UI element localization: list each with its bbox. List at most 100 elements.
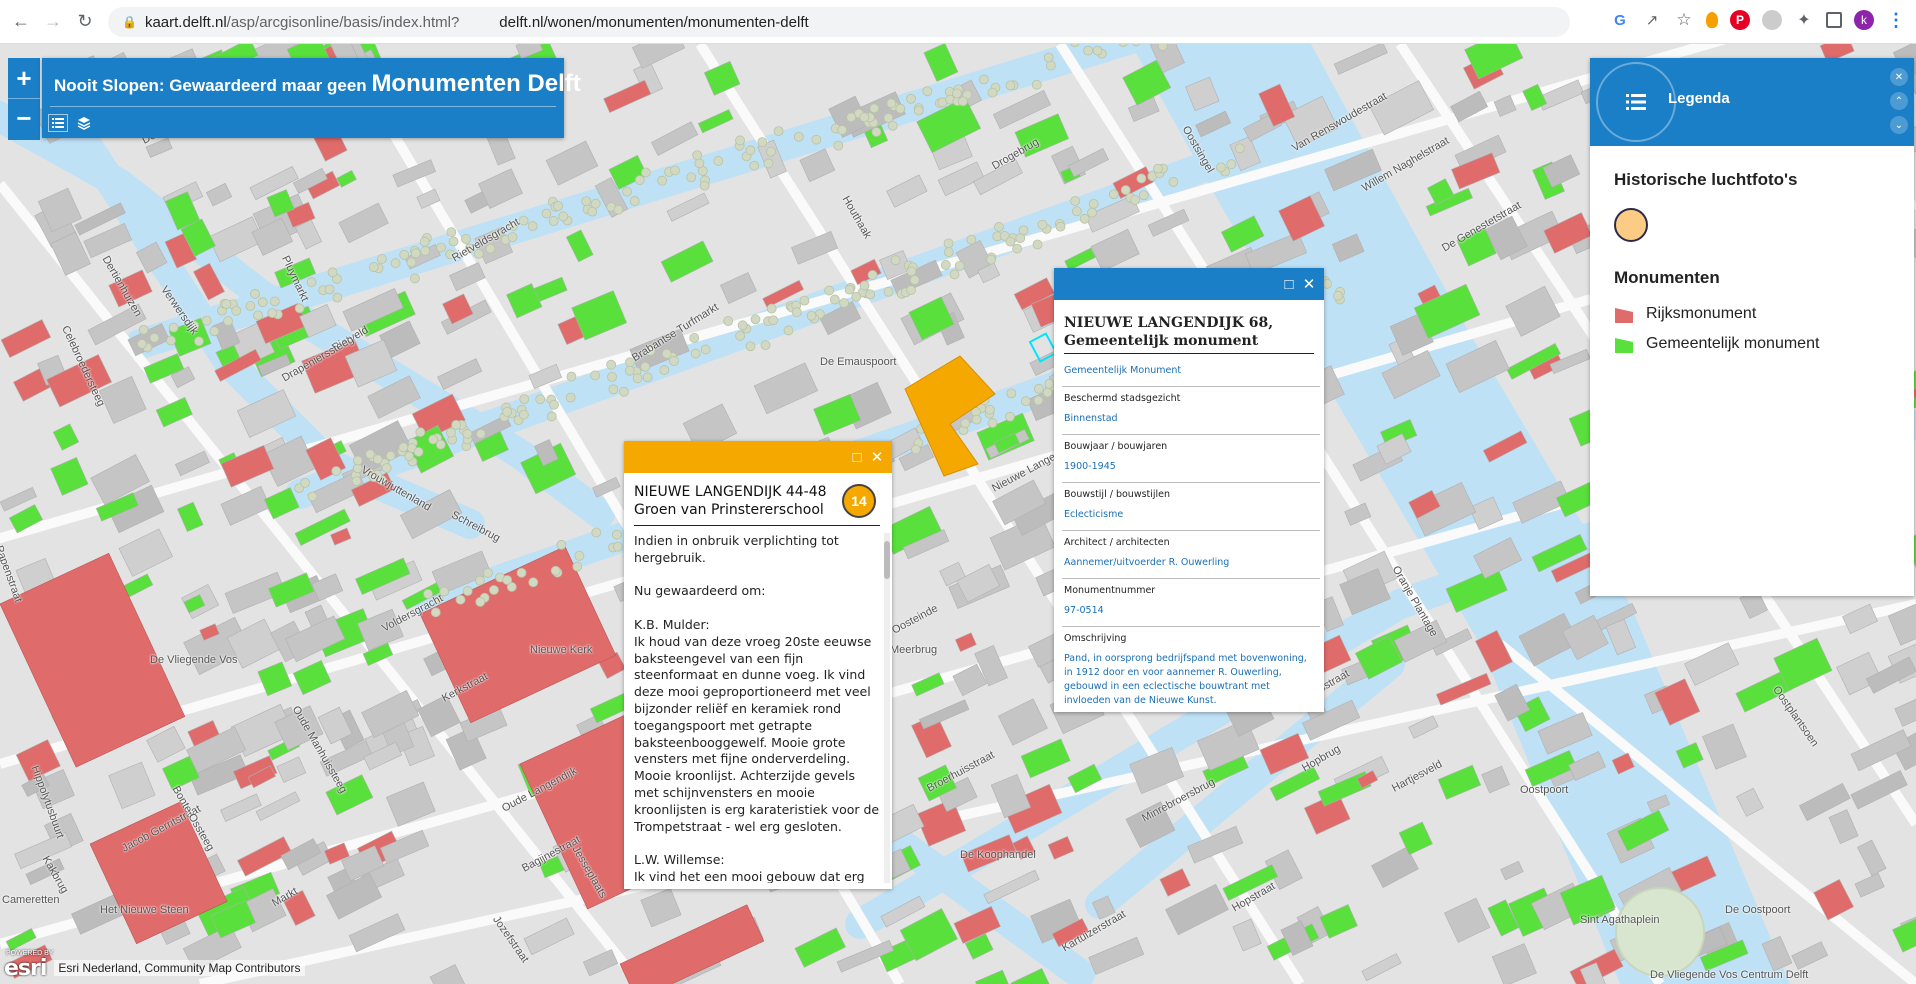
tree: [659, 365, 670, 375]
tree: [745, 341, 756, 352]
legend-label: Rijksmonument: [1646, 305, 1757, 322]
side-panel-icon[interactable]: [1826, 12, 1842, 28]
tree: [922, 86, 933, 97]
zoom-out-button[interactable]: −: [8, 98, 40, 138]
tree: [906, 93, 917, 104]
tree: [381, 463, 392, 473]
tree: [462, 429, 473, 439]
tree: [642, 372, 653, 383]
attribute-row: Gemeentelijk Monument: [1062, 360, 1320, 387]
tree: [606, 359, 617, 370]
close-icon[interactable]: ✕: [1890, 68, 1908, 86]
tree: [883, 113, 894, 123]
legend-label: Gemeentelijk monument: [1646, 335, 1820, 352]
forward-icon[interactable]: →: [42, 11, 64, 33]
tree: [1216, 162, 1226, 173]
address-bar[interactable]: 🔒 kaart.delft.nl/asp/arcgisonline/basis/…: [108, 7, 1570, 37]
tree: [1005, 80, 1016, 91]
lightbulb-icon[interactable]: [1706, 12, 1718, 28]
pinterest-icon[interactable]: P: [1730, 10, 1750, 30]
tree: [958, 96, 968, 107]
tree: [839, 298, 849, 308]
share-icon[interactable]: ↗: [1642, 10, 1662, 30]
scrollbar-thumb[interactable]: [884, 541, 890, 579]
legend-list-icon[interactable]: [48, 114, 68, 132]
reload-icon[interactable]: ↻: [74, 11, 96, 33]
powered-by-text: POWERED BY: [6, 950, 54, 957]
tree: [867, 270, 878, 280]
close-icon[interactable]: ✕: [868, 448, 886, 466]
attribute-value: Binnenstad: [1064, 413, 1118, 424]
tree: [971, 414, 982, 425]
tree: [768, 315, 779, 326]
tree: [267, 308, 278, 319]
tree: [793, 131, 804, 142]
tree: [399, 249, 410, 260]
popup-school-scrollbar[interactable]: [884, 533, 890, 883]
close-icon[interactable]: ✕: [1300, 275, 1318, 293]
tree: [324, 284, 335, 295]
chevron-up-icon[interactable]: ⌃: [1890, 92, 1908, 110]
attribute-value: Aannemer/uitvoerder R. Ouwerling: [1064, 557, 1230, 568]
tree: [332, 292, 343, 303]
popup-school-body[interactable]: Indien in onbruik verplichting tot herge…: [634, 533, 880, 883]
map-label: De Oostpoort: [1725, 904, 1791, 916]
tree: [1045, 60, 1056, 71]
tree: [622, 186, 632, 197]
tree: [245, 301, 256, 311]
layers-icon[interactable]: [74, 114, 94, 132]
tree: [549, 399, 559, 410]
tree: [865, 289, 876, 300]
tree: [1033, 395, 1044, 406]
tree: [166, 335, 176, 346]
tree: [986, 254, 996, 265]
tree: [527, 221, 538, 231]
title-panel: Nooit Slopen: Gewaardeerd maar geen Monu…: [42, 58, 581, 138]
tree: [410, 273, 420, 284]
legend-swatch: [1615, 338, 1633, 353]
park: [1615, 887, 1705, 977]
tree: [1006, 388, 1017, 399]
avatar[interactable]: k: [1854, 10, 1874, 30]
tree: [670, 165, 680, 176]
tree: [1055, 221, 1066, 232]
tree: [1042, 387, 1053, 398]
menu-icon[interactable]: ⋮: [1886, 10, 1906, 30]
tree: [910, 444, 921, 455]
tree: [1083, 45, 1093, 56]
tree: [294, 303, 305, 314]
tree: [574, 550, 585, 561]
chevron-down-icon[interactable]: ⌄: [1890, 116, 1908, 134]
zoom-in-button[interactable]: +: [8, 58, 40, 98]
app-title: Nooit Slopen: Gewaardeerd maar geen Monu…: [54, 70, 581, 98]
legend-item-gemeentelijk: Gemeentelijk monument: [1614, 334, 1819, 354]
url-path: /asp/arcgisonline/basis/index.html?: [226, 13, 460, 31]
tree: [250, 289, 260, 299]
attribution: POWERED BY esri Esri Nederland, Communit…: [4, 950, 305, 981]
tree: [209, 326, 220, 337]
puzzle-icon[interactable]: ✦: [1794, 10, 1814, 30]
tree: [773, 126, 784, 136]
tree: [871, 127, 882, 137]
tree: [572, 561, 583, 572]
bookmark-star-icon[interactable]: ☆: [1674, 10, 1694, 30]
tree: [231, 305, 242, 316]
attribute-label: Architect / architecten: [1064, 537, 1170, 548]
attribute-label: Beschermd stadsgezicht: [1064, 393, 1181, 404]
back-icon[interactable]: ←: [10, 11, 32, 33]
tree: [415, 427, 426, 438]
google-icon[interactable]: G: [1610, 10, 1630, 30]
tree: [640, 167, 651, 178]
attribute-row: Monumentnummer 97-0514: [1062, 579, 1320, 627]
map-label: Het Nieuwe Steen: [100, 904, 189, 916]
tree: [489, 585, 499, 595]
tree: [766, 146, 776, 157]
tree: [331, 466, 342, 476]
map-label: Sint Agathaplein: [1580, 914, 1660, 926]
tree: [398, 442, 409, 453]
tree: [1153, 163, 1163, 174]
extension-grey-icon[interactable]: [1762, 10, 1782, 30]
maximize-icon[interactable]: □: [848, 448, 866, 466]
tree: [1136, 173, 1147, 184]
maximize-icon[interactable]: □: [1280, 275, 1298, 293]
